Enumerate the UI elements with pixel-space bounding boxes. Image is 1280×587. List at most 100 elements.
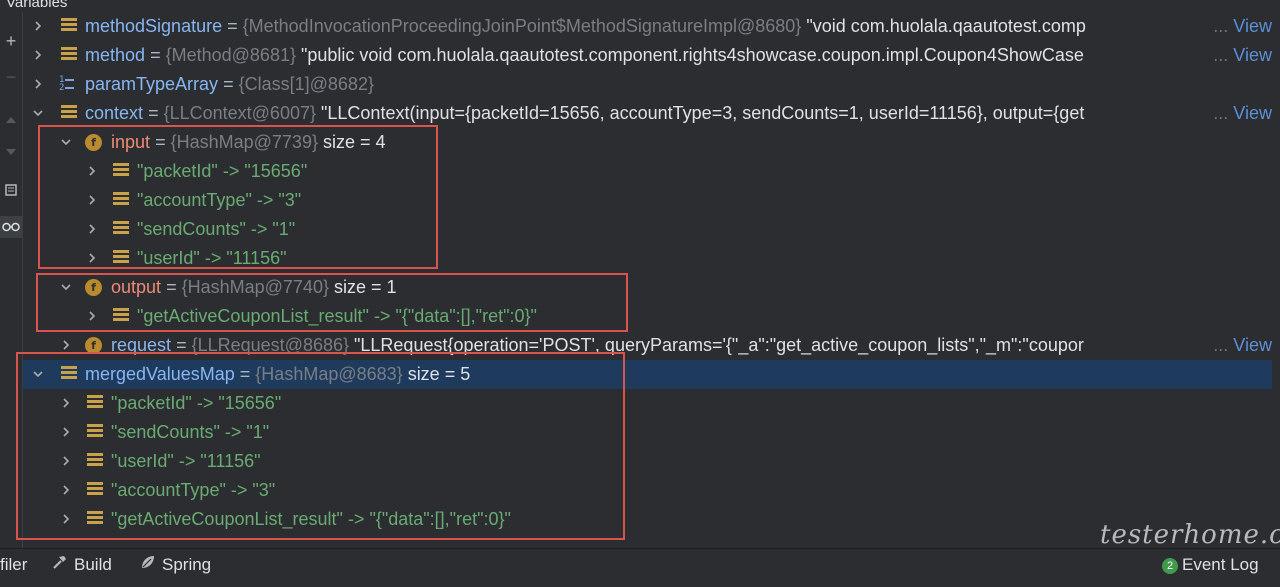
size-label: size = 5 — [407, 364, 471, 384]
tree-row[interactable]: context = {LLContext@6007} "LLContext(in… — [23, 99, 1272, 128]
tree-row[interactable]: "packetId" -> "15656" — [23, 157, 1272, 186]
copy-icon[interactable] — [0, 178, 22, 200]
expand-arrow-icon[interactable] — [33, 79, 43, 89]
event-log-label: Event Log — [1182, 555, 1259, 574]
map-key: "getActiveCouponList_result" — [137, 306, 369, 326]
var-name: paramTypeArray — [85, 74, 219, 94]
expand-arrow-icon[interactable] — [61, 485, 71, 495]
view-link[interactable]: View — [1233, 103, 1272, 123]
expand-arrow-icon[interactable] — [87, 253, 97, 263]
var-value: "public void com.huolala.qaautotest.comp… — [301, 45, 1084, 65]
equals-sign: = — [239, 364, 251, 384]
spring-tab[interactable]: Spring — [140, 549, 211, 581]
var-value: "void com.huolala.qaautotest.comp — [806, 16, 1086, 36]
build-label: Build — [74, 555, 112, 574]
tree-row-selected[interactable]: mergedValuesMap = {HashMap@8683} size = … — [23, 360, 1272, 389]
expand-arrow-icon[interactable] — [61, 456, 71, 466]
view-link[interactable]: View — [1233, 16, 1272, 36]
size-label: size = 1 — [333, 277, 397, 297]
expand-arrow-icon[interactable] — [61, 398, 71, 408]
map-key: "accountType" — [137, 190, 252, 210]
tree-row[interactable]: "getActiveCouponList_result" -> "{"data"… — [23, 505, 1272, 534]
var-type: {Method@8681} — [165, 45, 296, 65]
event-log-tab[interactable]: 2 Event Log — [1162, 549, 1259, 581]
collapse-arrow-icon[interactable] — [33, 108, 43, 118]
map-key: "userId" — [137, 248, 200, 268]
view-link[interactable]: View — [1233, 45, 1272, 65]
collapse-arrow-icon[interactable] — [33, 369, 43, 379]
expand-arrow-icon[interactable] — [87, 311, 97, 321]
variables-tree[interactable]: methodSignature = {MethodInvocationProce… — [23, 12, 1280, 548]
expand-arrow-icon[interactable] — [33, 21, 43, 31]
profiler-tab[interactable]: filer — [0, 549, 27, 581]
field-icon — [87, 424, 103, 440]
var-value: "LLRequest{operation='POST', queryParams… — [354, 335, 1084, 355]
map-value: "15656" — [244, 161, 308, 181]
expand-arrow-icon[interactable] — [33, 50, 43, 60]
map-arrow: -> — [224, 422, 242, 442]
ellipsis: ... — [1213, 103, 1229, 123]
build-tab[interactable]: Build — [52, 549, 112, 581]
map-value: "{"data":[],"ret":0}" — [369, 509, 511, 529]
tree-row[interactable]: 12 paramTypeArray = {Class[1]@8682} — [23, 70, 1272, 99]
tree-row[interactable]: f request = {LLRequest@8686} "LLRequest{… — [23, 331, 1272, 360]
var-value: "LLContext(input={packetId=15656, accoun… — [321, 103, 1085, 123]
debug-gutter-toolbar: + − — [0, 12, 23, 548]
field-icon — [113, 221, 129, 237]
ellipsis: ... — [1213, 335, 1229, 355]
map-value: "11156" — [200, 451, 261, 471]
tree-row[interactable]: "sendCounts" -> "1" — [23, 215, 1272, 244]
map-key: "packetId" — [111, 393, 192, 413]
expand-arrow-icon[interactable] — [61, 340, 71, 350]
var-name: request — [111, 335, 172, 355]
tree-row[interactable]: "getActiveCouponList_result" -> "{"data"… — [23, 302, 1272, 331]
expand-arrow-icon[interactable] — [87, 195, 97, 205]
plus-icon[interactable]: + — [0, 30, 22, 52]
array-icon: 12 — [59, 76, 75, 93]
field-icon — [61, 366, 77, 382]
map-arrow: -> — [256, 190, 274, 210]
tree-row[interactable]: "sendCounts" -> "1" — [23, 418, 1272, 447]
tree-row[interactable]: methodSignature = {MethodInvocationProce… — [23, 12, 1272, 41]
var-name: output — [111, 277, 162, 297]
equals-sign: = — [155, 132, 166, 152]
equals-sign: = — [227, 16, 238, 36]
field-icon — [61, 18, 77, 34]
final-field-icon: f — [85, 134, 102, 151]
glasses-icon[interactable] — [0, 216, 22, 238]
expand-arrow-icon[interactable] — [87, 224, 97, 234]
equals-sign: = — [148, 103, 159, 123]
tree-row[interactable]: f output = {HashMap@7740} size = 1 — [23, 273, 1272, 302]
tree-row[interactable]: method = {Method@8681} "public void com.… — [23, 41, 1272, 70]
tree-row[interactable]: "accountType" -> "3" — [23, 186, 1272, 215]
tree-row[interactable]: "packetId" -> "15656" — [23, 389, 1272, 418]
up-icon[interactable] — [0, 108, 22, 130]
var-type: {HashMap@7740} — [181, 277, 329, 297]
expand-arrow-icon[interactable] — [61, 514, 71, 524]
panel-title: Variables — [6, 0, 68, 11]
collapse-arrow-icon[interactable] — [61, 137, 71, 147]
down-icon[interactable] — [0, 142, 22, 164]
expand-arrow-icon[interactable] — [87, 166, 97, 176]
map-arrow: -> — [347, 509, 365, 529]
size-label: size = 4 — [322, 132, 386, 152]
field-icon — [113, 192, 129, 208]
expand-arrow-icon[interactable] — [61, 427, 71, 437]
map-arrow: -> — [222, 161, 240, 181]
field-icon — [87, 395, 103, 411]
final-field-icon: f — [85, 279, 102, 296]
map-value: "15656" — [218, 393, 282, 413]
collapse-arrow-icon[interactable] — [61, 282, 71, 292]
variables-header: Variables — [0, 0, 1280, 12]
tree-row[interactable]: "userId" -> "11156" — [23, 447, 1272, 476]
tree-row[interactable]: "userId" -> "11156" — [23, 244, 1272, 273]
spring-leaf-icon — [140, 549, 156, 581]
var-type: {Class[1]@8682} — [238, 74, 374, 94]
tree-row[interactable]: "accountType" -> "3" — [23, 476, 1272, 505]
map-arrow: -> — [204, 248, 222, 268]
view-link[interactable]: View — [1233, 335, 1272, 355]
map-value: "{"data":[],"ret":0}" — [395, 306, 537, 326]
tree-row[interactable]: f input = {HashMap@7739} size = 4 — [23, 128, 1272, 157]
minus-icon[interactable]: − — [0, 66, 22, 88]
final-field-icon: f — [85, 337, 102, 354]
